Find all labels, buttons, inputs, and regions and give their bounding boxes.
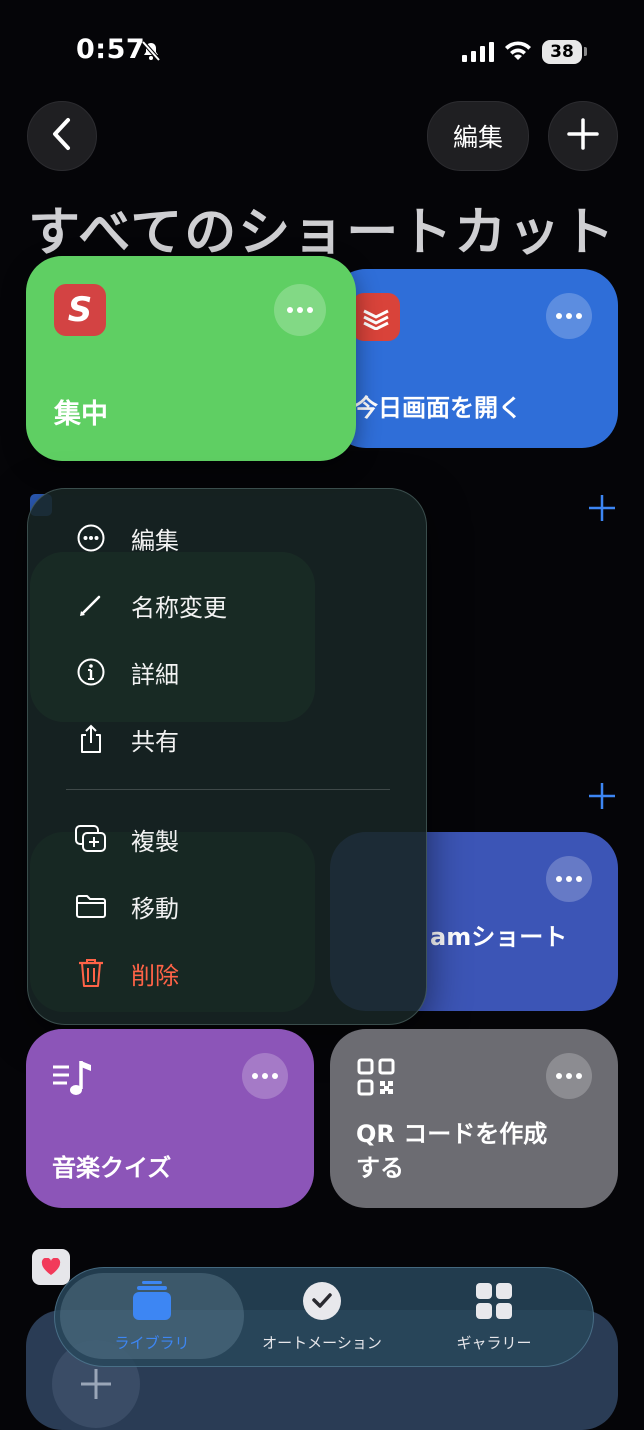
menu-item-delete[interactable]: 削除 bbox=[73, 945, 393, 1001]
back-button[interactable] bbox=[27, 101, 97, 171]
folder-icon bbox=[73, 888, 109, 924]
more-options-button[interactable] bbox=[274, 284, 326, 336]
music-list-icon bbox=[50, 1055, 96, 1101]
chevron-left-icon bbox=[51, 117, 73, 155]
menu-item-label: 削除 bbox=[131, 961, 179, 990]
todoist-app-icon bbox=[352, 293, 400, 341]
section-add-button[interactable] bbox=[588, 486, 616, 532]
page-title: すべてのショートカット bbox=[28, 203, 617, 263]
shortcut-title: 集中 bbox=[54, 399, 108, 430]
edit-button[interactable]: 編集 bbox=[427, 101, 529, 171]
trash-icon bbox=[73, 955, 109, 991]
shortcut-title: 音楽クイズ bbox=[52, 1154, 172, 1182]
menu-item-share[interactable]: 共有 bbox=[73, 711, 393, 767]
menu-item-rename[interactable]: 名称変更 bbox=[73, 577, 393, 633]
menu-item-label: 詳細 bbox=[131, 660, 179, 689]
stack-icon bbox=[131, 1280, 173, 1326]
plus-icon bbox=[567, 118, 599, 154]
menu-item-label: 共有 bbox=[131, 727, 179, 756]
more-options-button[interactable] bbox=[546, 293, 592, 339]
cellular-signal-icon bbox=[462, 42, 494, 66]
health-heart-icon bbox=[32, 1249, 70, 1285]
menu-item-label: 名称変更 bbox=[131, 593, 227, 622]
shortcut-title-line2: する bbox=[356, 1154, 404, 1182]
more-options-button[interactable] bbox=[546, 1053, 592, 1099]
shortcut-card-music-quiz[interactable]: 音楽クイズ bbox=[26, 1029, 314, 1208]
app-s-icon: S bbox=[54, 284, 106, 336]
share-icon bbox=[73, 721, 109, 757]
tab-automation[interactable]: オートメーション bbox=[237, 1280, 407, 1353]
status-time: 0:57 bbox=[76, 34, 146, 65]
shortcut-card-focus[interactable]: S 集中 bbox=[26, 256, 356, 461]
menu-item-label: 移動 bbox=[131, 894, 179, 923]
wifi-icon bbox=[504, 40, 532, 66]
tab-library[interactable]: ライブラリ bbox=[67, 1280, 237, 1353]
clock-check-icon bbox=[301, 1280, 343, 1326]
menu-item-duplicate[interactable]: 複製 bbox=[73, 811, 393, 867]
shortcut-card-qr[interactable]: QR コードを作成 する bbox=[330, 1029, 618, 1208]
more-options-button[interactable] bbox=[242, 1053, 288, 1099]
tab-gallery[interactable]: ギャラリー bbox=[409, 1280, 579, 1353]
shortcut-title: amショート bbox=[430, 923, 568, 951]
context-menu: 編集 名称変更 詳細 共有 複製 移動 削除 bbox=[27, 488, 427, 1025]
section-add-button[interactable] bbox=[588, 774, 616, 820]
battery-indicator: 38 bbox=[542, 40, 582, 64]
shortcut-title: 今日画面を開く bbox=[354, 394, 522, 422]
menu-divider bbox=[66, 789, 390, 790]
menu-item-label: 編集 bbox=[131, 526, 179, 555]
info-circle-icon bbox=[73, 654, 109, 690]
menu-item-details[interactable]: 詳細 bbox=[73, 644, 393, 700]
shortcut-title: QR コードを作成 bbox=[356, 1120, 548, 1148]
shortcut-card-today[interactable]: 今日画面を開く bbox=[330, 269, 618, 448]
menu-item-edit[interactable]: 編集 bbox=[73, 510, 393, 566]
add-shortcut-button[interactable] bbox=[548, 101, 618, 171]
battery-nub bbox=[584, 47, 587, 56]
duplicate-icon bbox=[73, 821, 109, 857]
pencil-icon bbox=[73, 587, 109, 623]
ellipsis-circle-icon bbox=[73, 520, 109, 556]
grid-icon bbox=[473, 1280, 515, 1326]
more-options-button[interactable] bbox=[546, 856, 592, 902]
bell-slash-icon bbox=[140, 40, 162, 66]
tab-label: ギャラリー bbox=[456, 1334, 532, 1352]
tab-label: オートメーション bbox=[262, 1334, 382, 1352]
tab-label: ライブラリ bbox=[114, 1334, 190, 1352]
qr-code-icon bbox=[356, 1057, 396, 1097]
menu-item-label: 複製 bbox=[131, 827, 179, 856]
menu-item-move[interactable]: 移動 bbox=[73, 878, 393, 934]
